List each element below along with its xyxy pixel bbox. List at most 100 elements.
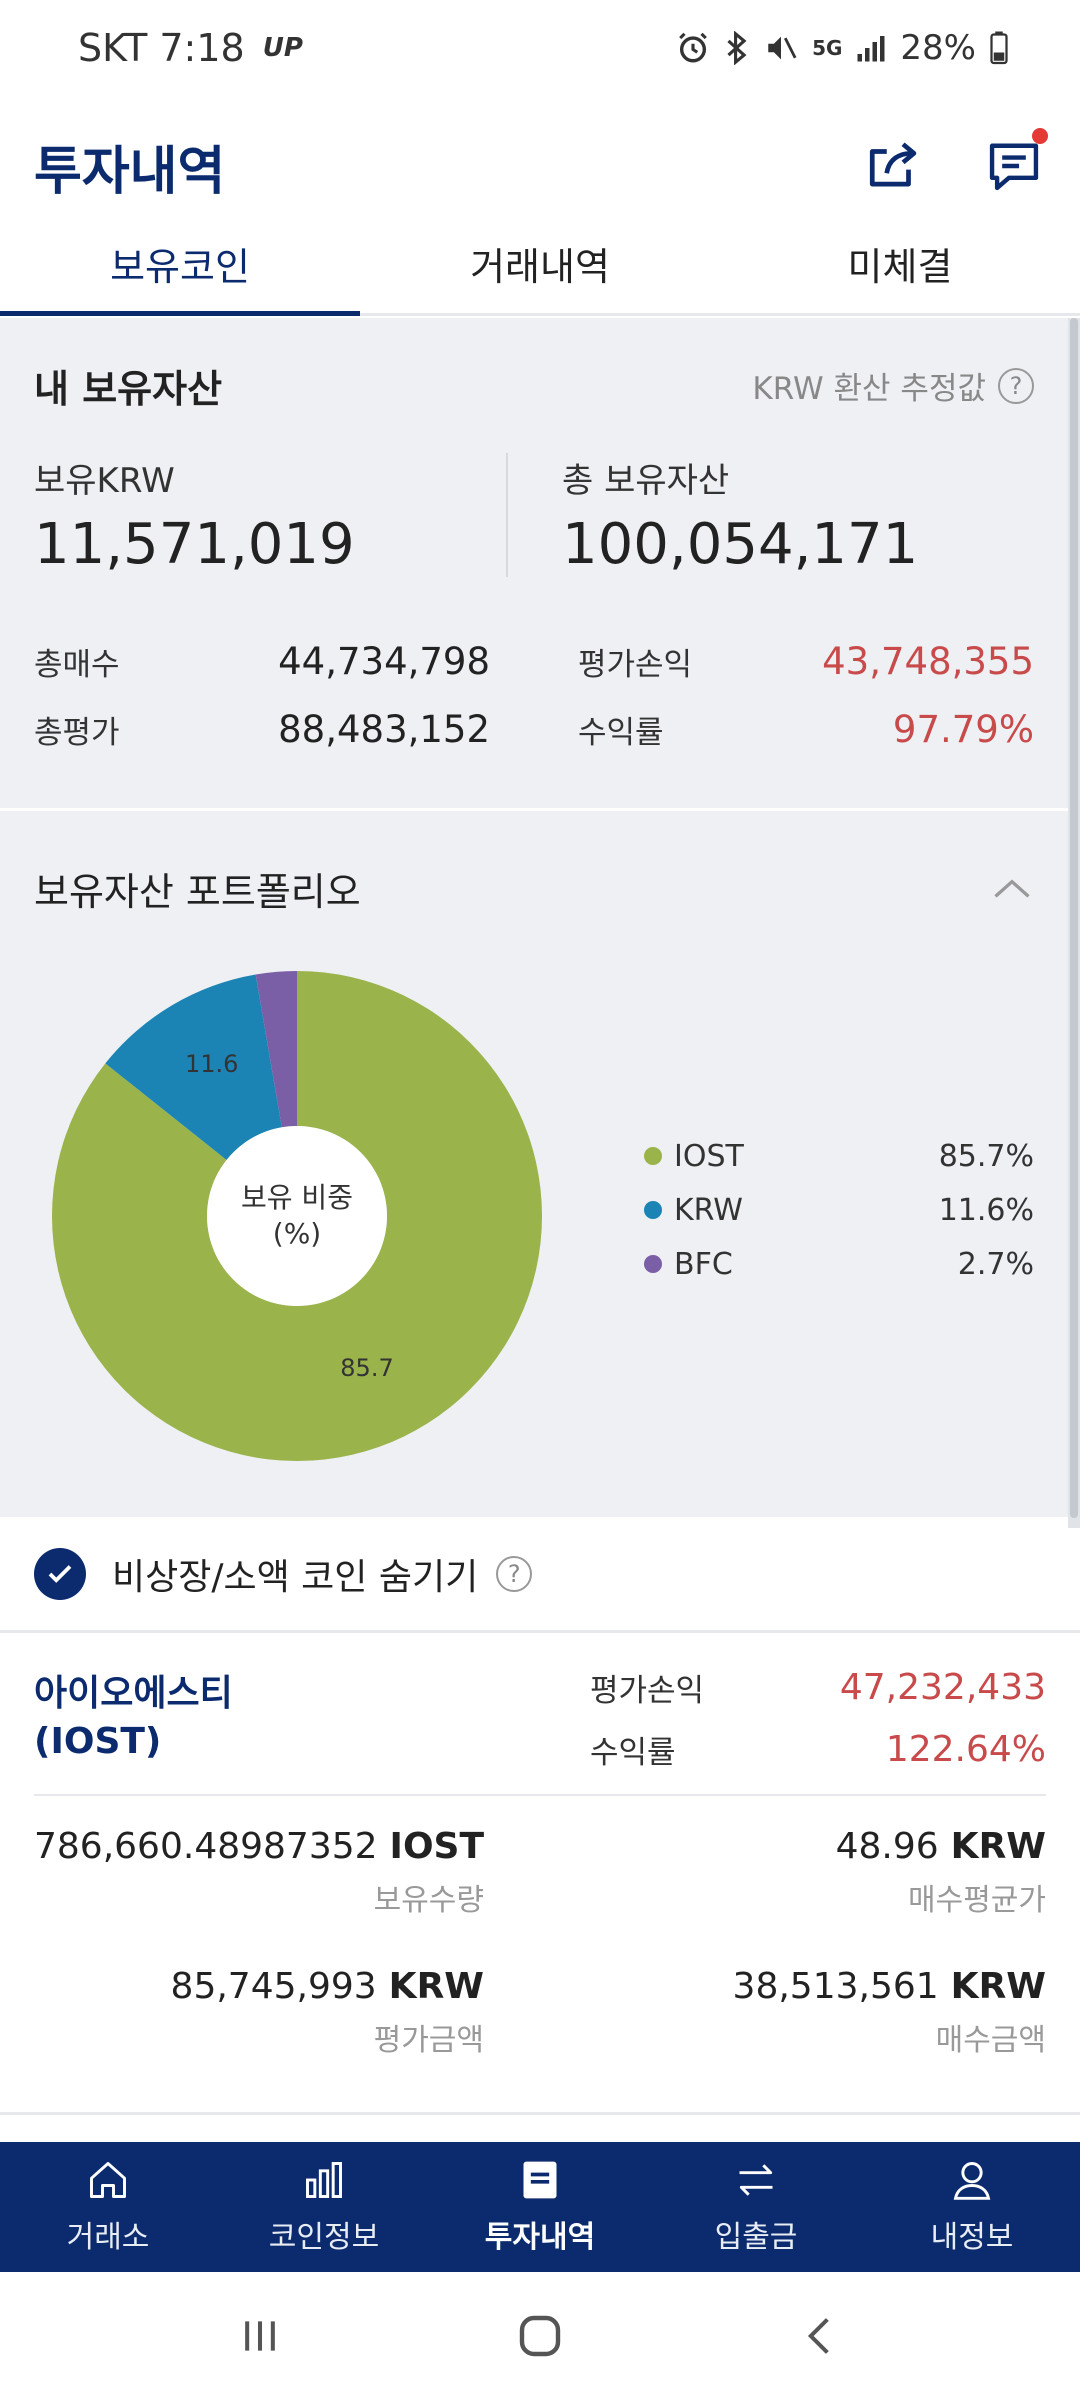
check-icon (48, 1564, 72, 1583)
total-buy-row: 총매수 44,734,798 (34, 627, 490, 695)
nav-coin-info[interactable]: 코인정보 (216, 2142, 432, 2272)
nav-deposit-withdraw-label: 입출금 (714, 2220, 798, 2255)
coin-avg-cell: 48.96 KRW 매수평균가 (540, 1826, 1046, 1966)
chart-icon (306, 2162, 342, 2198)
hide-small-coins-row[interactable]: 비상장/소액 코인 숨기기 ? (0, 1517, 1080, 1633)
coin-qty-cell: 786,660.48987352 IOST 보유수량 (34, 1826, 540, 1966)
carrier-time: SKT 7:18 (78, 26, 245, 70)
coin-qty-value: 786,660.48987352 (34, 1826, 378, 1867)
portfolio-title-row: 보유자산 포트폴리오 (34, 861, 1034, 916)
coin-evalamt-unit: KRW (388, 1966, 484, 2007)
legend-dot-iost (644, 1147, 662, 1165)
recent-apps-icon (245, 2321, 275, 2351)
my-assets-panel: 내 보유자산 KRW 환산 추정값 ? 보유KRW 11,571,019 총 보… (0, 318, 1068, 808)
legend-val-iost: 85.7% (938, 1138, 1034, 1174)
coin-divider (0, 2112, 1080, 2115)
back-button[interactable] (780, 2296, 860, 2376)
pnl-value: 43,748,355 (822, 639, 1034, 683)
tab-holdings[interactable]: 보유코인 (0, 236, 360, 316)
tab-bar: 보유코인 거래내역 미체결 (0, 236, 1080, 316)
network-label: 5G (812, 36, 843, 60)
coin-avg-unit: KRW (950, 1826, 1046, 1867)
coin-head: 아이오에스티 (IOST) 평가손익 47,232,433 수익률 122.64… (34, 1636, 1046, 1796)
legend-val-bfc: 2.7% (957, 1246, 1034, 1282)
home-icon (90, 2162, 126, 2198)
total-holding: 총 보유자산 100,054,171 (506, 453, 1034, 577)
pie-center-line1: 보유 비중 (241, 1181, 353, 1214)
status-right: 5G 28% (676, 28, 1008, 68)
rate-row: 수익률 97.79% (578, 695, 1034, 763)
tab-transactions[interactable]: 거래내역 (360, 236, 720, 313)
coin-buyamt-label: 매수금액 (935, 2023, 1046, 2058)
nav-exchange[interactable]: 거래소 (0, 2142, 216, 2272)
legend-item-iost: IOST 85.7% (644, 1129, 1034, 1183)
coin-buyamt-cell: 38,513,561 KRW 매수금액 (540, 1966, 1046, 2106)
recent-apps-button[interactable] (220, 2296, 300, 2376)
coin-name: 아이오에스티 (IOST) (34, 1656, 233, 1794)
asset-details-left: 총매수 44,734,798 총평가 88,483,152 (34, 627, 524, 763)
coin-qty-unit: IOST (389, 1826, 485, 1867)
coin-qty-label: 보유수량 (373, 1883, 484, 1918)
total-eval-value: 88,483,152 (278, 707, 490, 751)
bottom-nav: 거래소 코인정보 투자내역 입출금 내정보 (0, 2142, 1080, 2272)
tab-unfilled[interactable]: 미체결 (720, 236, 1080, 313)
pie-center-label: 보유 비중 (%) (207, 1126, 387, 1306)
coin-rate-value: 122.64% (885, 1728, 1046, 1770)
coin-avg: 48.96 KRW (540, 1826, 1046, 1867)
coin-name-korean: 아이오에스티 (34, 1673, 233, 1714)
krw-estimate-note[interactable]: KRW 환산 추정값 ? (752, 363, 1034, 408)
rate-value: 97.79% (892, 707, 1034, 751)
pnl-label: 평가손익 (578, 646, 693, 683)
coin-evalamt-cell: 85,745,993 KRW 평가금액 (34, 1966, 540, 2106)
assets-title-row: 내 보유자산 KRW 환산 추정값 ? (34, 358, 1034, 413)
nav-investments[interactable]: 투자내역 (432, 2142, 648, 2272)
krw-holding: 보유KRW 11,571,019 (34, 453, 506, 577)
coin-qty: 786,660.48987352 IOST (34, 1826, 484, 1867)
coin-buyamt: 38,513,561 KRW (540, 1966, 1046, 2007)
krw-label: 보유KRW (34, 461, 175, 501)
help-icon[interactable]: ? (496, 1555, 533, 1592)
nav-my-info[interactable]: 내정보 (864, 2142, 1080, 2272)
total-value: 100,054,171 (562, 512, 919, 577)
coin-stats: 평가손익 47,232,433 수익률 122.64% (590, 1656, 1046, 1794)
chat-button[interactable] (982, 128, 1048, 198)
coin-card-iost[interactable]: 아이오에스티 (IOST) 평가손익 47,232,433 수익률 122.64… (0, 1636, 1080, 2116)
hide-small-coins-label: 비상장/소액 코인 숨기기 (112, 1556, 479, 1598)
system-nav-bar (0, 2272, 1080, 2400)
legend-dot-krw (644, 1201, 662, 1219)
legend-item-bfc: BFC 2.7% (644, 1237, 1034, 1291)
nav-investments-label: 투자내역 (484, 2220, 596, 2255)
legend-item-krw: KRW 11.6% (644, 1183, 1034, 1237)
coin-avg-label: 매수평균가 (908, 1883, 1046, 1918)
home-button[interactable] (500, 2296, 580, 2376)
status-bar: SKT 7:18 UP 5G 28% (0, 0, 1080, 96)
alarm-icon (676, 28, 710, 68)
back-icon (807, 2318, 829, 2354)
portfolio-panel: 보유자산 포트폴리오 85.7 11.6 보유 비중 (%) IOST 85.7%… (0, 811, 1068, 1517)
nav-exchange-label: 거래소 (66, 2220, 150, 2255)
legend-name-krw: KRW (674, 1192, 743, 1228)
coin-evalamt-value: 85,745,993 (170, 1966, 377, 2007)
assets-title: 내 보유자산 (34, 367, 223, 411)
network-5g-icon: 5G (812, 28, 842, 68)
battery-text: 28% (900, 28, 976, 68)
coin-buyamt-unit: KRW (950, 1966, 1046, 2007)
up-badge: UP (262, 33, 303, 63)
scrollbar[interactable] (1068, 318, 1080, 1528)
help-icon[interactable]: ? (998, 367, 1034, 404)
coin-rate-label: 수익률 (590, 1734, 676, 1771)
portfolio-title: 보유자산 포트폴리오 (34, 870, 361, 914)
legend-dot-bfc (644, 1255, 662, 1273)
share-icon (869, 142, 917, 187)
mute-icon (764, 28, 798, 68)
share-button[interactable] (862, 134, 926, 198)
chevron-up-icon[interactable] (990, 867, 1034, 911)
nav-deposit-withdraw[interactable]: 입출금 (648, 2142, 864, 2272)
chat-icon (989, 143, 1039, 191)
nav-coin-info-label: 코인정보 (268, 2220, 380, 2255)
scroll-thumb[interactable] (1070, 318, 1078, 1518)
total-eval-label: 총평가 (34, 714, 120, 751)
asset-top: 보유KRW 11,571,019 총 보유자산 100,054,171 (34, 453, 1034, 577)
asset-details-right: 평가손익 43,748,355 수익률 97.79% (524, 627, 1034, 763)
hide-small-coins-checkbox[interactable] (34, 1547, 86, 1600)
